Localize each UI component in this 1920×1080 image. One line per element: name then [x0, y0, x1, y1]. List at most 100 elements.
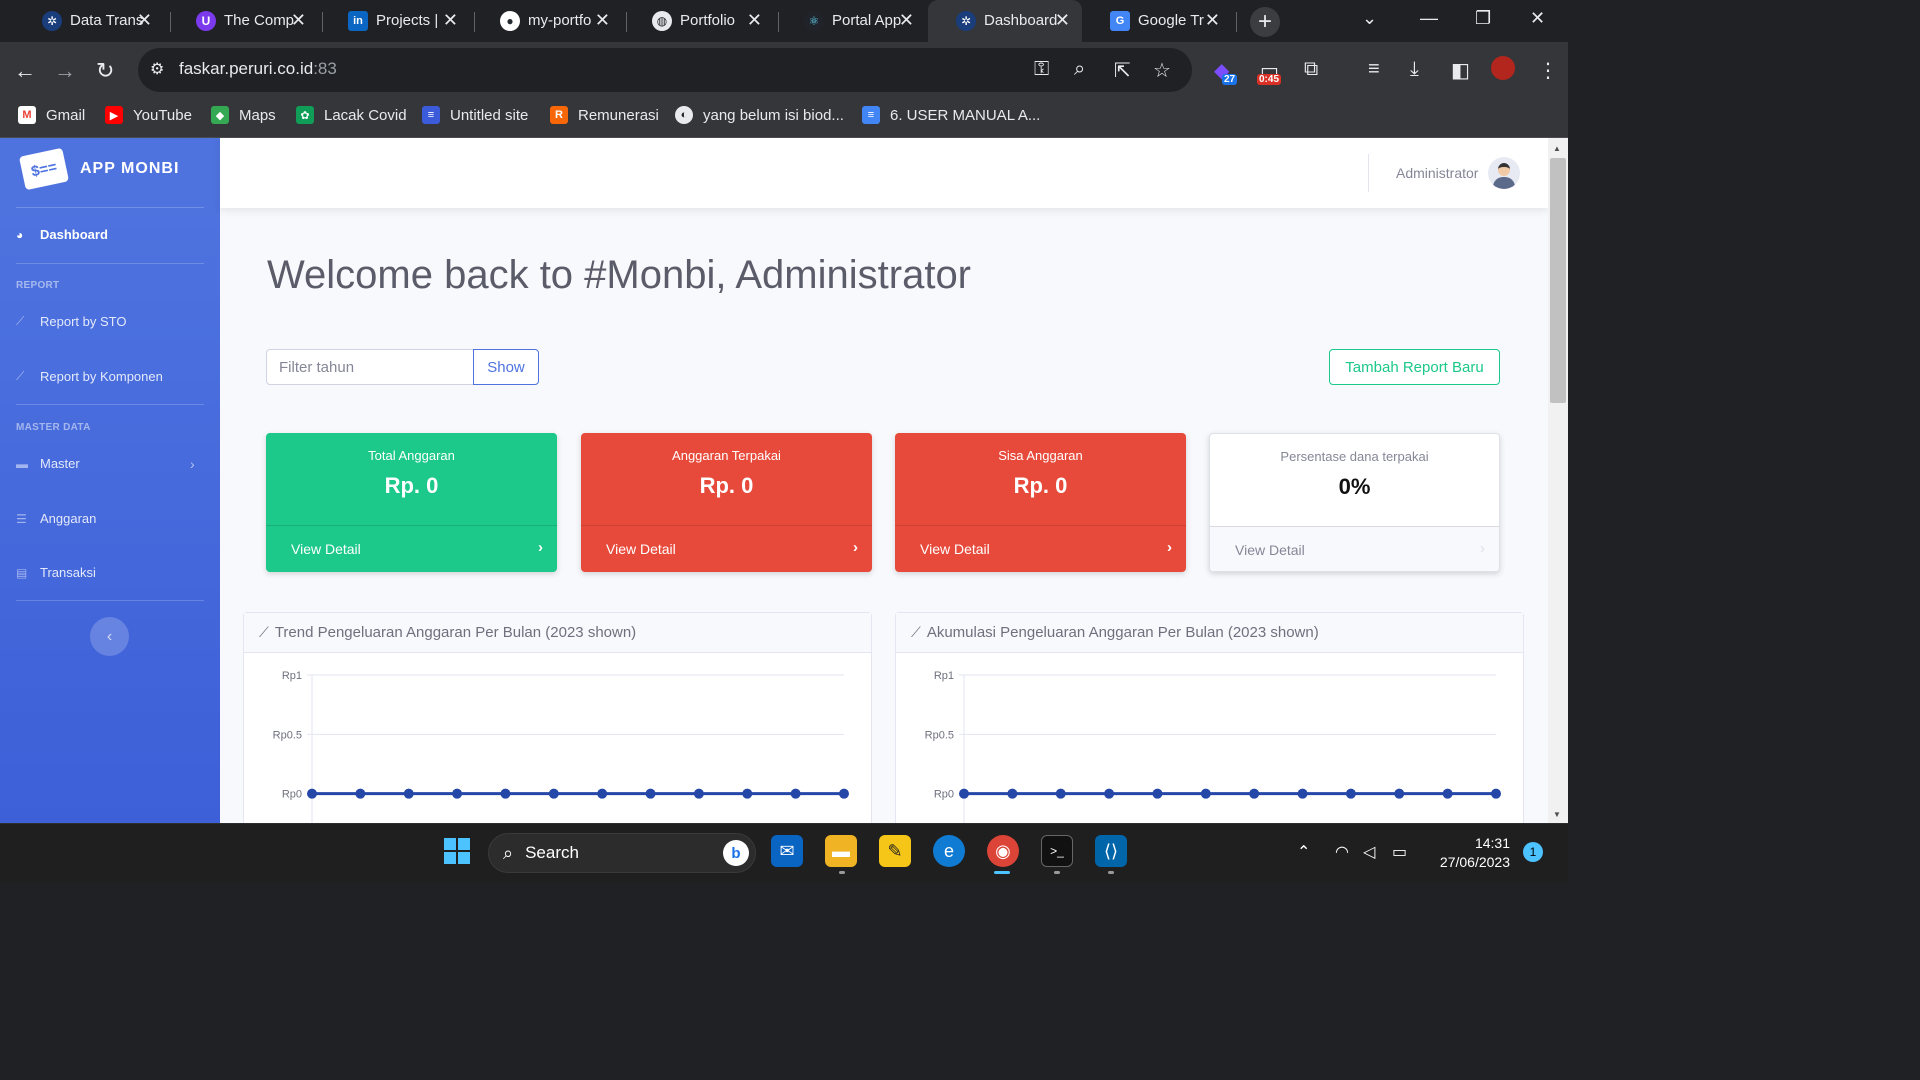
- sidebar-item-transaksi[interactable]: ▤ Transaksi: [16, 565, 96, 580]
- site-info-icon[interactable]: ⚙: [150, 59, 170, 79]
- sidebar-item-report-komponen[interactable]: ⟋ Report by Komponen: [16, 369, 163, 384]
- bookmark-youtube[interactable]: ▶ YouTube: [105, 106, 192, 124]
- view-detail-link[interactable]: View Detail: [1235, 542, 1305, 558]
- data-point[interactable]: [1007, 788, 1018, 799]
- media-icon[interactable]: ≡: [1368, 58, 1380, 81]
- volume-icon[interactable]: ◁: [1363, 842, 1375, 862]
- chrome-icon[interactable]: ◉: [987, 835, 1019, 867]
- user-name[interactable]: Administrator: [1396, 165, 1478, 181]
- tab-portal-app[interactable]: ⚛ Portal App ✕: [776, 0, 926, 42]
- windows-start-icon[interactable]: [441, 835, 473, 867]
- data-point[interactable]: [597, 788, 608, 799]
- zoom-icon[interactable]: ⌕: [1074, 58, 1085, 81]
- download-icon[interactable]: ⤓: [1410, 58, 1419, 81]
- bookmark-maps[interactable]: ◆ Maps: [211, 106, 276, 124]
- tab-search-icon[interactable]: ⌄: [1362, 8, 1377, 29]
- back-icon[interactable]: ←: [14, 58, 36, 84]
- close-icon[interactable]: ✕: [137, 10, 152, 31]
- bing-icon[interactable]: b: [723, 840, 749, 866]
- menu-icon[interactable]: ⋮: [1538, 58, 1558, 83]
- data-point[interactable]: [959, 788, 969, 799]
- tab-the-comp[interactable]: U The Comp ✕: [168, 0, 318, 42]
- data-point[interactable]: [742, 788, 753, 799]
- brand[interactable]: $== APP MONBI: [18, 147, 179, 191]
- reload-icon[interactable]: ↻: [96, 58, 114, 84]
- terminal-icon[interactable]: >_: [1041, 835, 1073, 867]
- scrollbar-thumb[interactable]: [1550, 158, 1566, 403]
- puzzle-icon[interactable]: ⧉: [1304, 58, 1318, 81]
- tab-dashboard[interactable]: ✲ Dashboard ✕: [928, 0, 1082, 42]
- user-avatar[interactable]: [1488, 157, 1520, 189]
- close-icon[interactable]: ✕: [1055, 10, 1070, 31]
- sticky-app-icon[interactable]: ✎: [879, 835, 911, 867]
- sidebar-item-report-sto[interactable]: ⟋ Report by STO: [16, 314, 126, 329]
- restore-icon[interactable]: ❐: [1475, 8, 1491, 29]
- data-point[interactable]: [790, 788, 801, 799]
- sidebar-item-anggaran[interactable]: ☰ Anggaran: [16, 511, 96, 526]
- share-icon[interactable]: ⇱: [1114, 58, 1131, 83]
- card-footer[interactable]: View Detail ›: [1210, 526, 1499, 571]
- notification-badge[interactable]: 1: [1523, 842, 1543, 862]
- bookmark-biodata[interactable]: ◐ yang belum isi biod...: [675, 106, 844, 124]
- close-icon[interactable]: ✕: [443, 10, 458, 31]
- bookmark-star-icon[interactable]: ☆: [1153, 58, 1171, 83]
- add-report-button[interactable]: Tambah Report Baru: [1329, 349, 1500, 385]
- clock[interactable]: 14:31 27/06/2023: [1425, 834, 1510, 872]
- taskbar-search[interactable]: ⌕ Search b: [488, 833, 756, 873]
- sidebar-item-dashboard[interactable]: ◕ Dashboard: [16, 227, 108, 242]
- bookmark-remunerasi[interactable]: R Remunerasi: [550, 106, 659, 124]
- file-explorer-icon[interactable]: ▬: [825, 835, 857, 867]
- scroll-down-icon[interactable]: ▼: [1553, 810, 1561, 819]
- vscode-icon[interactable]: ⟨⟩: [1095, 835, 1127, 867]
- sidebar-toggle-button[interactable]: ‹: [90, 617, 129, 656]
- filter-year-input[interactable]: [266, 349, 474, 385]
- data-point[interactable]: [645, 788, 656, 799]
- page-scrollbar[interactable]: ▲ ▼: [1548, 138, 1568, 823]
- forward-icon[interactable]: →: [54, 58, 76, 84]
- tab-data-trans[interactable]: ✲ Data Trans ✕: [14, 0, 164, 42]
- data-point[interactable]: [1491, 788, 1501, 799]
- tab-projects[interactable]: in Projects | ✕: [320, 0, 470, 42]
- data-point[interactable]: [1442, 788, 1453, 799]
- data-point[interactable]: [1055, 788, 1066, 799]
- mail-icon[interactable]: ✉: [771, 835, 803, 867]
- close-window-icon[interactable]: ✕: [1530, 8, 1545, 29]
- key-icon[interactable]: ⚿: [1034, 58, 1049, 81]
- sidebar-item-master[interactable]: ▬ Master: [16, 456, 80, 471]
- card-footer[interactable]: View Detail ›: [581, 525, 872, 572]
- bookmark-user-manual[interactable]: ≡ 6. USER MANUAL A...: [862, 106, 1040, 124]
- data-point[interactable]: [403, 788, 414, 799]
- tab-my-portfolio[interactable]: ● my-portfo ✕: [472, 0, 622, 42]
- wifi-icon[interactable]: ◠: [1335, 842, 1349, 862]
- side-panel-icon[interactable]: ◧: [1451, 58, 1470, 83]
- close-icon[interactable]: ✕: [747, 10, 762, 31]
- show-button[interactable]: Show: [473, 349, 539, 385]
- data-point[interactable]: [307, 788, 317, 799]
- close-icon[interactable]: ✕: [595, 10, 610, 31]
- data-point[interactable]: [548, 788, 559, 799]
- profile-avatar[interactable]: [1491, 56, 1515, 80]
- url-text[interactable]: faskar.peruri.co.id:83: [179, 59, 337, 79]
- data-point[interactable]: [1345, 788, 1356, 799]
- data-point[interactable]: [693, 788, 704, 799]
- edge-icon[interactable]: e: [933, 835, 965, 867]
- close-icon[interactable]: ✕: [1205, 10, 1220, 31]
- data-point[interactable]: [1152, 788, 1163, 799]
- close-icon[interactable]: ✕: [291, 10, 306, 31]
- data-point[interactable]: [355, 788, 366, 799]
- minimize-icon[interactable]: —: [1420, 8, 1438, 29]
- data-point[interactable]: [1394, 788, 1405, 799]
- battery-icon[interactable]: ▭: [1392, 842, 1407, 862]
- data-point[interactable]: [839, 788, 849, 799]
- bookmark-gmail[interactable]: M Gmail: [18, 106, 85, 124]
- chevron-right-icon[interactable]: ›: [190, 456, 195, 472]
- data-point[interactable]: [1297, 788, 1308, 799]
- tab-portfolio[interactable]: ◍ Portfolio ✕: [624, 0, 774, 42]
- view-detail-link[interactable]: View Detail: [606, 541, 676, 557]
- chevron-up-icon[interactable]: ⌃: [1297, 842, 1310, 862]
- data-point[interactable]: [1249, 788, 1260, 799]
- view-detail-link[interactable]: View Detail: [920, 541, 990, 557]
- bookmark-lacak-covid[interactable]: ✿ Lacak Covid: [296, 106, 407, 124]
- view-detail-link[interactable]: View Detail: [291, 541, 361, 557]
- data-point[interactable]: [1200, 788, 1211, 799]
